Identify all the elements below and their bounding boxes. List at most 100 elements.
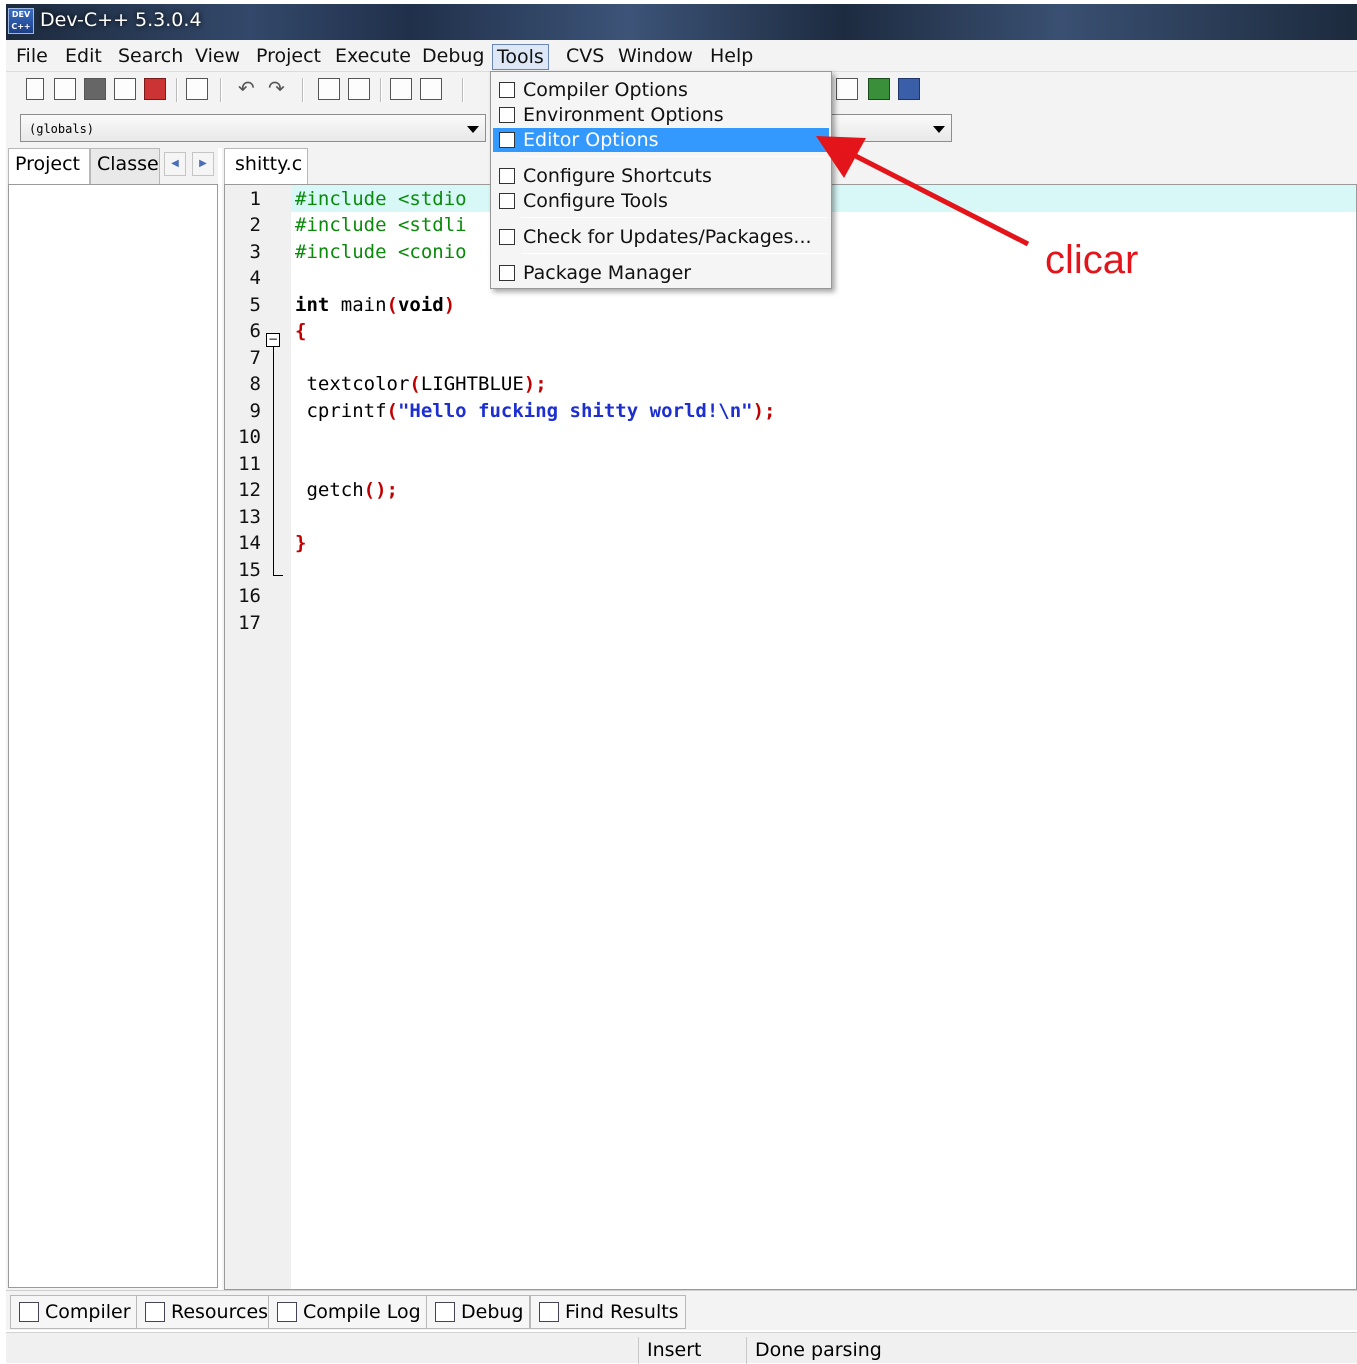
keyword: void xyxy=(397,294,444,316)
scope-value: (globals) xyxy=(29,122,95,136)
toolbar-separator xyxy=(302,78,304,102)
tab-label: Find Results xyxy=(565,1301,679,1323)
menu-view[interactable]: View xyxy=(191,44,244,70)
menu-item-configure-shortcuts[interactable]: Configure Shortcuts xyxy=(493,164,829,188)
identifier: getch xyxy=(295,479,364,501)
code-line-5: int main(void) xyxy=(295,294,455,316)
compiler-icon xyxy=(19,1302,39,1322)
menu-item-label: Configure Tools xyxy=(523,190,668,212)
indent-icon[interactable] xyxy=(390,78,412,100)
line-number: 15 xyxy=(238,559,261,581)
line-number: 17 xyxy=(238,612,261,634)
symbol: ( xyxy=(409,373,421,395)
toolbar-separator xyxy=(220,78,222,102)
line-number: 11 xyxy=(238,453,261,475)
identifier: cprintf xyxy=(295,400,387,422)
menu-item-label: Check for Updates/Packages... xyxy=(523,226,812,248)
annotation-arrow-icon xyxy=(816,136,1030,247)
code-line-14: } xyxy=(295,532,306,554)
tab-find-results[interactable]: Find Results xyxy=(530,1295,686,1329)
symbol: (); xyxy=(363,479,398,501)
tab-resources[interactable]: Resources xyxy=(136,1295,276,1329)
fold-line xyxy=(273,347,274,575)
identifier: main xyxy=(329,294,387,316)
unindent-icon[interactable] xyxy=(420,78,442,100)
menu-item-label: Configure Shortcuts xyxy=(523,165,712,187)
editor-options-icon xyxy=(499,132,515,148)
code-line-8: textcolor(LIGHTBLUE); xyxy=(295,373,546,395)
tab-debug[interactable]: Debug xyxy=(426,1295,531,1329)
code-line-2: #include <stdli xyxy=(295,214,467,236)
tab-scroll-left-icon[interactable]: ◀ xyxy=(164,152,186,176)
menu-edit[interactable]: Edit xyxy=(61,44,106,70)
open-file-icon[interactable] xyxy=(54,78,76,100)
tab-project[interactable]: Project xyxy=(8,148,90,185)
menu-execute[interactable]: Execute xyxy=(331,44,415,70)
hammer-icon xyxy=(499,193,515,209)
menu-file[interactable]: File xyxy=(12,44,52,70)
print-icon[interactable] xyxy=(186,78,208,100)
update-icon xyxy=(499,229,515,245)
toolbar-separator xyxy=(176,78,178,102)
tab-compiler[interactable]: Compiler xyxy=(10,1295,138,1329)
tab-scroll-right-icon[interactable]: ▶ xyxy=(192,152,214,176)
tab-label: Resources xyxy=(171,1301,269,1323)
line-number: 4 xyxy=(249,267,261,289)
preprocessor-directive: #include <stdli xyxy=(295,214,467,236)
tab-classes[interactable]: Classes xyxy=(90,148,160,184)
menu-item-check-updates[interactable]: Check for Updates/Packages... xyxy=(493,225,829,249)
menu-help[interactable]: Help xyxy=(706,44,757,70)
menu-window[interactable]: Window xyxy=(614,44,697,70)
status-bar: Insert Done parsing xyxy=(6,1332,1357,1364)
tab-shitty-c[interactable]: shitty.c xyxy=(224,148,308,185)
menu-item-environment-options[interactable]: Environment Options xyxy=(493,103,829,127)
keyword: int xyxy=(295,294,330,316)
add-to-project-icon[interactable] xyxy=(868,78,890,100)
line-number: 2 xyxy=(249,214,261,236)
project-panel: Project Classes ◀ ▶ xyxy=(6,148,218,1290)
tools-dropdown-menu: Compiler Options Environment Options Edi… xyxy=(490,71,832,289)
remove-from-project-icon[interactable] xyxy=(898,78,920,100)
save-all-icon[interactable] xyxy=(114,78,136,100)
title-bar xyxy=(6,4,1357,40)
project-options-icon[interactable] xyxy=(836,78,858,100)
menu-tools[interactable]: Tools xyxy=(492,44,549,70)
replace-icon[interactable] xyxy=(348,78,370,100)
menu-item-configure-tools[interactable]: Configure Tools xyxy=(493,189,829,213)
line-number: 3 xyxy=(249,241,261,263)
menu-item-editor-options[interactable]: Editor Options xyxy=(493,128,829,152)
new-file-icon[interactable] xyxy=(26,78,44,100)
menu-item-package-manager[interactable]: Package Manager xyxy=(493,261,829,285)
identifier: textcolor xyxy=(295,373,410,395)
project-tree[interactable] xyxy=(8,184,218,1288)
code-editor[interactable]: 1 2 3 4 5 6 7 8 9 10 11 12 13 14 15 16 1… xyxy=(224,184,1357,1290)
environment-options-icon xyxy=(499,107,515,123)
line-number: 12 xyxy=(238,479,261,501)
menu-separator xyxy=(521,253,827,254)
menu-project[interactable]: Project xyxy=(252,44,325,70)
tab-label: Compiler xyxy=(45,1301,131,1323)
line-number: 7 xyxy=(249,347,261,369)
undo-icon[interactable]: ↶ xyxy=(238,76,255,100)
compiler-options-icon xyxy=(499,82,515,98)
bar-chart-icon xyxy=(277,1302,297,1322)
find-icon[interactable] xyxy=(318,78,340,100)
menu-item-label: Environment Options xyxy=(523,104,724,126)
save-icon[interactable] xyxy=(84,78,106,100)
code-line-9: cprintf("Hello fucking shitty world!\n")… xyxy=(295,400,775,422)
menu-debug[interactable]: Debug xyxy=(418,44,488,70)
menu-separator xyxy=(521,217,827,218)
tab-compile-log[interactable]: Compile Log xyxy=(268,1295,428,1329)
symbol: ( xyxy=(386,294,398,316)
menu-item-label: Editor Options xyxy=(523,129,659,151)
menu-search[interactable]: Search xyxy=(114,44,187,70)
menu-separator xyxy=(521,156,827,157)
menu-cvs[interactable]: CVS xyxy=(562,44,608,70)
menu-item-compiler-options[interactable]: Compiler Options xyxy=(493,78,829,102)
scope-combobox[interactable]: (globals) xyxy=(20,114,486,142)
redo-icon[interactable]: ↷ xyxy=(268,76,285,100)
bottom-panel-tabs: Compiler Resources Compile Log Debug Fin… xyxy=(6,1290,1357,1330)
dev-cpp-app-icon[interactable]: DEV C++ xyxy=(8,8,34,34)
fold-toggle-icon[interactable]: − xyxy=(266,333,280,347)
close-file-icon[interactable] xyxy=(144,78,166,100)
